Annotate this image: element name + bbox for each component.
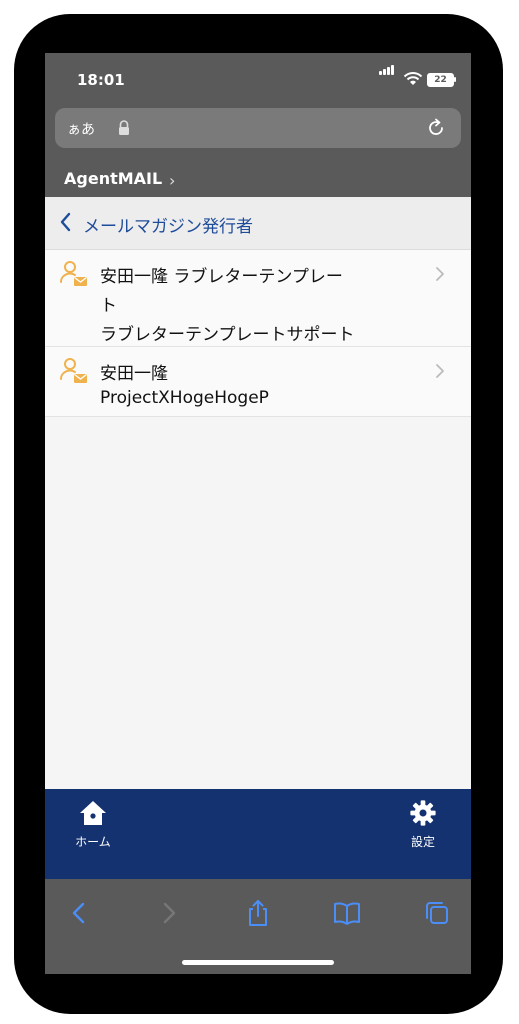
reload-icon[interactable]: [425, 117, 447, 139]
page-title: メールマガジン発行者: [83, 217, 253, 237]
app-tab-bar: ホーム 設定: [45, 789, 471, 879]
status-bar: 18:01 22: [45, 53, 471, 107]
address-bar[interactable]: ぁあ: [55, 108, 461, 148]
browser-address-area: ぁあ: [45, 107, 471, 163]
app-title[interactable]: AgentMAIL: [64, 169, 162, 188]
bookmarks-icon[interactable]: [333, 899, 361, 927]
browser-back-icon[interactable]: [65, 899, 93, 927]
tab-home-label: ホーム: [75, 835, 111, 849]
battery-icon: 22: [427, 73, 454, 87]
chevron-right-icon: [436, 364, 444, 378]
tab-home[interactable]: ホーム: [67, 799, 119, 850]
user-mail-icon: [60, 358, 87, 383]
text-size-button[interactable]: ぁあ: [67, 119, 95, 139]
wifi-icon: [403, 72, 423, 85]
publisher-list: 安田一隆 ラブレターテンプレー ト ラブレターテンプレートサポート 安田一隆 P…: [45, 250, 471, 417]
status-time: 18:01: [77, 71, 125, 89]
home-icon: [80, 801, 106, 825]
list-item[interactable]: 安田一隆 ラブレターテンプレー ト ラブレターテンプレートサポート: [45, 250, 471, 347]
phone-screen: 18:01 22 ぁあ AgentMAIL › メールマガジン発行者 安田一隆 …: [45, 53, 471, 974]
tab-settings[interactable]: 設定: [397, 799, 449, 850]
tab-settings-label: 設定: [410, 835, 435, 849]
app-header: AgentMAIL ›: [45, 163, 471, 197]
item-line-1: 安田一隆: [100, 364, 168, 384]
item-line-2: ト: [100, 296, 117, 316]
item-line-3: ラブレターテンプレートサポート: [100, 325, 355, 345]
home-indicator: [182, 960, 334, 965]
browser-forward-icon[interactable]: [155, 899, 183, 927]
user-mail-icon: [60, 261, 87, 286]
chevron-right-icon: [436, 267, 444, 281]
battery-tip: [454, 77, 456, 82]
item-line-2: ProjectXHogeHogeP: [100, 388, 269, 408]
item-line-1: 安田一隆 ラブレターテンプレー: [100, 267, 343, 287]
lock-icon: [119, 120, 129, 135]
gear-icon: [410, 800, 436, 826]
navigation-bar[interactable]: メールマガジン発行者: [45, 197, 471, 250]
chevron-left-icon[interactable]: [59, 212, 71, 232]
tabs-icon[interactable]: [423, 899, 451, 927]
share-icon[interactable]: [244, 899, 272, 927]
list-item[interactable]: 安田一隆 ProjectXHogeHogeP: [45, 347, 471, 417]
browser-toolbar: [45, 879, 471, 974]
chevron-right-icon: ›: [169, 171, 176, 190]
